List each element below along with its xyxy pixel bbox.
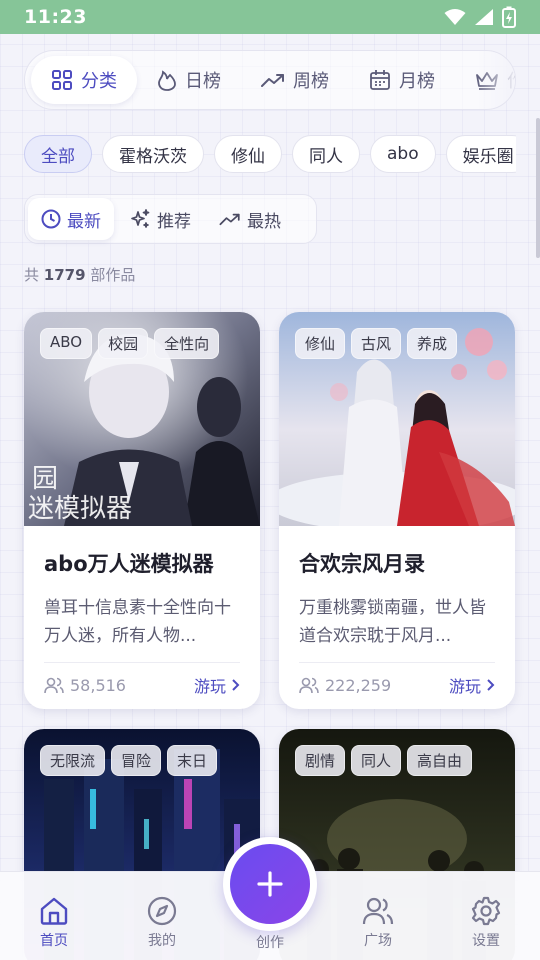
sparkle-icon <box>131 209 150 228</box>
tag: 剧情 <box>295 745 346 776</box>
status-icons <box>444 6 516 28</box>
signal-icon <box>475 9 493 25</box>
sort-label: 最新 <box>67 211 101 232</box>
tab-weekly-rank[interactable]: 周榜 <box>241 56 349 104</box>
tag: 全性向 <box>154 328 220 359</box>
trending-icon <box>219 213 240 226</box>
play-count: 58,516 <box>44 676 126 695</box>
grid-icon <box>52 70 72 90</box>
sort-recommended[interactable]: 推荐 <box>116 198 204 240</box>
sort-newest[interactable]: 最新 <box>28 198 114 240</box>
tag: 古风 <box>351 328 402 359</box>
gear-icon <box>471 896 501 926</box>
wifi-icon <box>444 9 466 25</box>
chevron-right-icon <box>487 679 495 691</box>
tab-label: 月榜 <box>399 71 435 92</box>
genre-chip[interactable]: 娱乐圈 <box>445 135 516 173</box>
tab-fade <box>475 51 515 109</box>
play-count: 222,259 <box>299 676 391 695</box>
compass-icon <box>147 896 177 926</box>
flame-icon <box>158 70 176 91</box>
tab-monthly-rank[interactable]: 月榜 <box>349 56 455 104</box>
works-count: 共 1779 部作品 <box>24 266 136 284</box>
sort-hottest[interactable]: 最热 <box>206 198 294 240</box>
card-tags: ABO 校园 全性向 <box>40 328 220 359</box>
tab-label: 周榜 <box>293 71 329 92</box>
card-tags: 修仙 古风 养成 <box>295 328 458 359</box>
genre-chip[interactable]: abo <box>370 135 436 173</box>
battery-icon <box>502 6 516 28</box>
nav-home[interactable]: 首页 <box>9 896 99 950</box>
card-cover-image: 园 迷模拟器 ABO 校园 全性向 <box>24 312 260 526</box>
play-button[interactable]: 游玩 <box>449 673 495 697</box>
nav-label: 设置 <box>472 933 500 949</box>
tab-label: 日榜 <box>185 71 221 92</box>
plus-icon <box>257 871 283 897</box>
card-description: 万重桃雾锁南疆，世人皆道合欢宗耽于风月... <box>299 598 486 646</box>
tag: 修仙 <box>295 328 346 359</box>
tag: 无限流 <box>40 745 106 776</box>
card-tags: 剧情 同人 高自由 <box>295 745 473 776</box>
home-icon <box>40 897 68 925</box>
play-button[interactable]: 游玩 <box>194 673 240 697</box>
genre-chip[interactable]: 修仙 <box>214 135 282 173</box>
works-count-number: 1779 <box>43 266 86 284</box>
users-icon <box>299 677 319 694</box>
story-card[interactable]: 园 迷模拟器 ABO 校园 全性向 abo万人迷模拟器 兽耳十信息素十全性向十万… <box>24 312 260 709</box>
calendar-icon <box>370 70 390 90</box>
tag: 末日 <box>167 745 218 776</box>
clock-icon <box>41 209 61 229</box>
card-title: 合欢宗风月录 <box>299 552 425 576</box>
svg-text:迷模拟器: 迷模拟器 <box>28 494 132 524</box>
genre-filter-row: 全部 霍格沃茨 修仙 同人 abo 娱乐圈 <box>24 135 516 173</box>
nav-plaza[interactable]: 广场 <box>333 896 423 950</box>
chevron-right-icon <box>232 679 240 691</box>
nav-label: 首页 <box>40 933 68 949</box>
card-cover-image: 修仙 古风 养成 <box>279 312 515 526</box>
svg-text:园: 园 <box>32 464 58 494</box>
card-title: abo万人迷模拟器 <box>44 552 214 576</box>
genre-chip[interactable]: 霍格沃茨 <box>102 135 204 173</box>
sort-label: 推荐 <box>157 211 191 232</box>
top-tab-bar: 分类 日榜 周榜 月榜 作 <box>24 50 516 110</box>
genre-chip[interactable]: 同人 <box>292 135 360 173</box>
users-icon <box>362 897 394 925</box>
nav-settings[interactable]: 设置 <box>441 896 531 950</box>
tab-category[interactable]: 分类 <box>31 56 137 104</box>
nav-label: 我的 <box>148 933 176 949</box>
sort-control: 最新 推荐 最热 <box>24 194 317 244</box>
tag: ABO <box>40 328 93 359</box>
tab-label: 分类 <box>81 71 117 92</box>
tag: 冒险 <box>111 745 162 776</box>
sort-label: 最热 <box>247 211 281 232</box>
trending-icon <box>261 74 284 87</box>
tag: 高自由 <box>407 745 473 776</box>
status-time: 11:23 <box>24 6 87 28</box>
users-icon <box>44 677 64 694</box>
create-button-ring <box>223 837 317 931</box>
tab-daily-rank[interactable]: 日榜 <box>137 56 241 104</box>
story-card[interactable]: 修仙 古风 养成 合欢宗风月录 万重桃雾锁南疆，世人皆道合欢宗耽于风月... 2… <box>279 312 515 709</box>
create-button[interactable] <box>230 844 310 924</box>
tag: 校园 <box>98 328 149 359</box>
card-tags: 无限流 冒险 末日 <box>40 745 218 776</box>
card-description: 兽耳十信息素十全性向十万人迷，所有人物... <box>44 598 231 646</box>
scrollbar[interactable] <box>536 118 540 258</box>
create-label: 创作 <box>256 935 284 951</box>
tag: 养成 <box>407 328 458 359</box>
genre-chip-all[interactable]: 全部 <box>24 135 92 173</box>
nav-label: 广场 <box>364 933 392 949</box>
status-bar: 11:23 <box>0 0 540 34</box>
tag: 同人 <box>351 745 402 776</box>
nav-mine[interactable]: 我的 <box>117 896 207 950</box>
